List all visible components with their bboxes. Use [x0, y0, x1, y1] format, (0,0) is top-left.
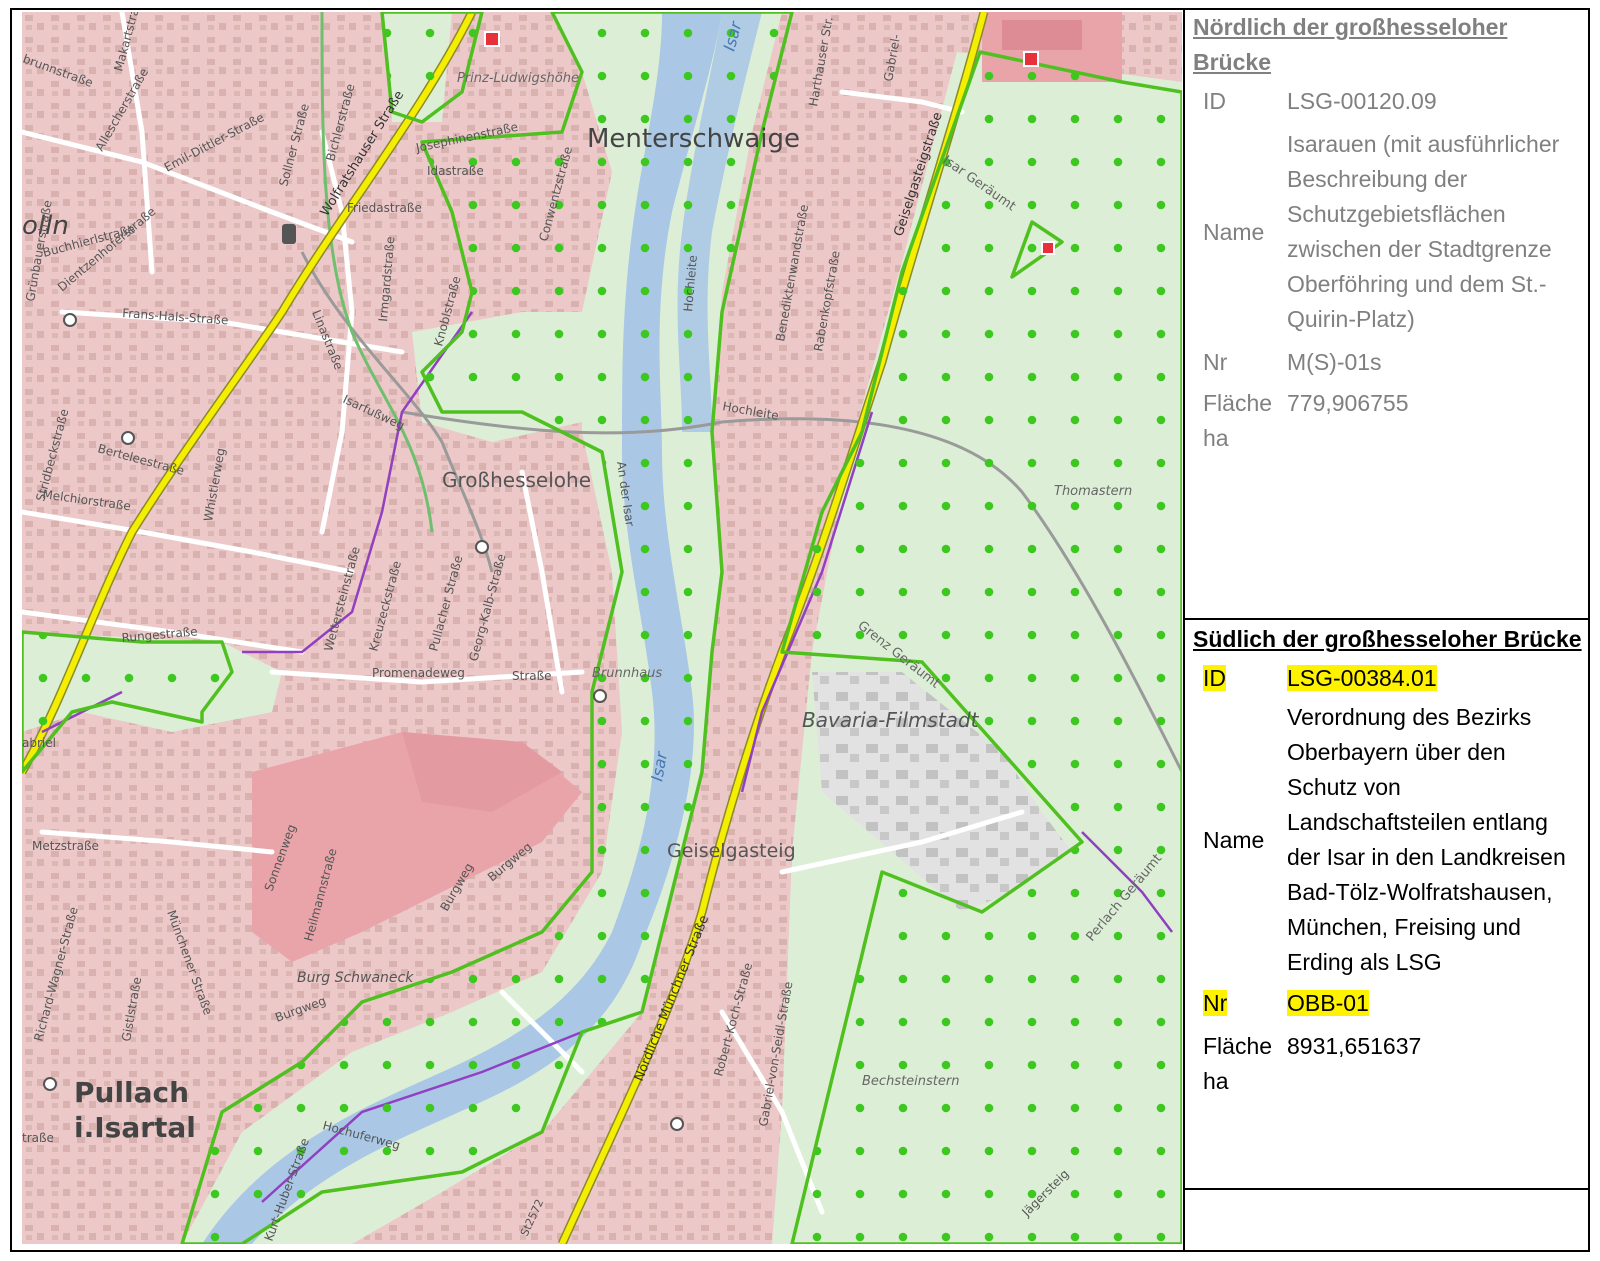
south-row-id: ID LSG-00384.01 — [1203, 665, 1437, 691]
svg-text:abriel: abriel — [22, 736, 56, 750]
svg-text:traße: traße — [22, 1131, 54, 1145]
train-station-icon — [282, 224, 296, 244]
label-grosshesselohe: Großhesselohe — [442, 468, 591, 492]
svg-text:Metzstraße: Metzstraße — [32, 839, 99, 853]
svg-text:Prinz-Ludwigshöhe: Prinz-Ludwigshöhe — [457, 71, 579, 86]
svg-text:Idastraße: Idastraße — [427, 164, 484, 178]
svg-text:i.Isartal: i.Isartal — [74, 1111, 196, 1144]
map-view[interactable]: Menterschwaige Prinz-Ludwigshöhe Großhes… — [22, 12, 1182, 1244]
row-divider-bottom — [1183, 1188, 1590, 1190]
hospital-icon — [484, 31, 500, 47]
row-divider — [1183, 618, 1590, 620]
svg-text:Burg Schwaneck: Burg Schwaneck — [297, 970, 414, 986]
south-info-panel: Südlich der großhesseloher Brücke ID LSG… — [1193, 622, 1583, 1099]
svg-text:Straße: Straße — [512, 669, 552, 683]
label-pullach: Pullach — [74, 1076, 189, 1109]
column-divider — [1183, 8, 1185, 1252]
north-row-nr: Nr M(S)-01s — [1203, 349, 1382, 375]
svg-text:Promenadeweg: Promenadeweg — [372, 666, 465, 680]
svg-text:Thomastern: Thomastern — [1054, 484, 1132, 499]
label-menterschwaige: Menterschwaige — [587, 124, 800, 154]
church-icon — [63, 313, 77, 327]
north-row-name: Name Isarauen (mit ausführlicher Beschre… — [1203, 131, 1560, 332]
label-geiselgasteig: Geiselgasteig — [667, 840, 796, 862]
svg-text:Brunnhaus: Brunnhaus — [592, 666, 662, 681]
north-info-panel: Nördlich der großhesseloher Brücke ID LS… — [1193, 10, 1583, 456]
south-row-nr: Nr OBB-01 — [1203, 990, 1369, 1016]
south-row-name: Name Verordnung des Bezirks Oberbayern ü… — [1203, 704, 1566, 975]
north-heading: Nördlich der großhesseloher Brücke — [1193, 14, 1508, 75]
label-bavaria-filmstadt: Bavaria-Filmstadt — [802, 708, 980, 732]
north-row-id: ID LSG-00120.09 — [1203, 88, 1437, 114]
svg-text:Bechsteinstern: Bechsteinstern — [862, 1074, 959, 1089]
south-row-area: Fläche ha 8931,651637 — [1203, 1033, 1422, 1094]
north-row-area: Fläche ha 779,906755 — [1203, 390, 1409, 451]
svg-text:Friedastraße: Friedastraße — [347, 201, 422, 215]
south-heading: Südlich der großhesseloher Brücke — [1193, 626, 1582, 652]
